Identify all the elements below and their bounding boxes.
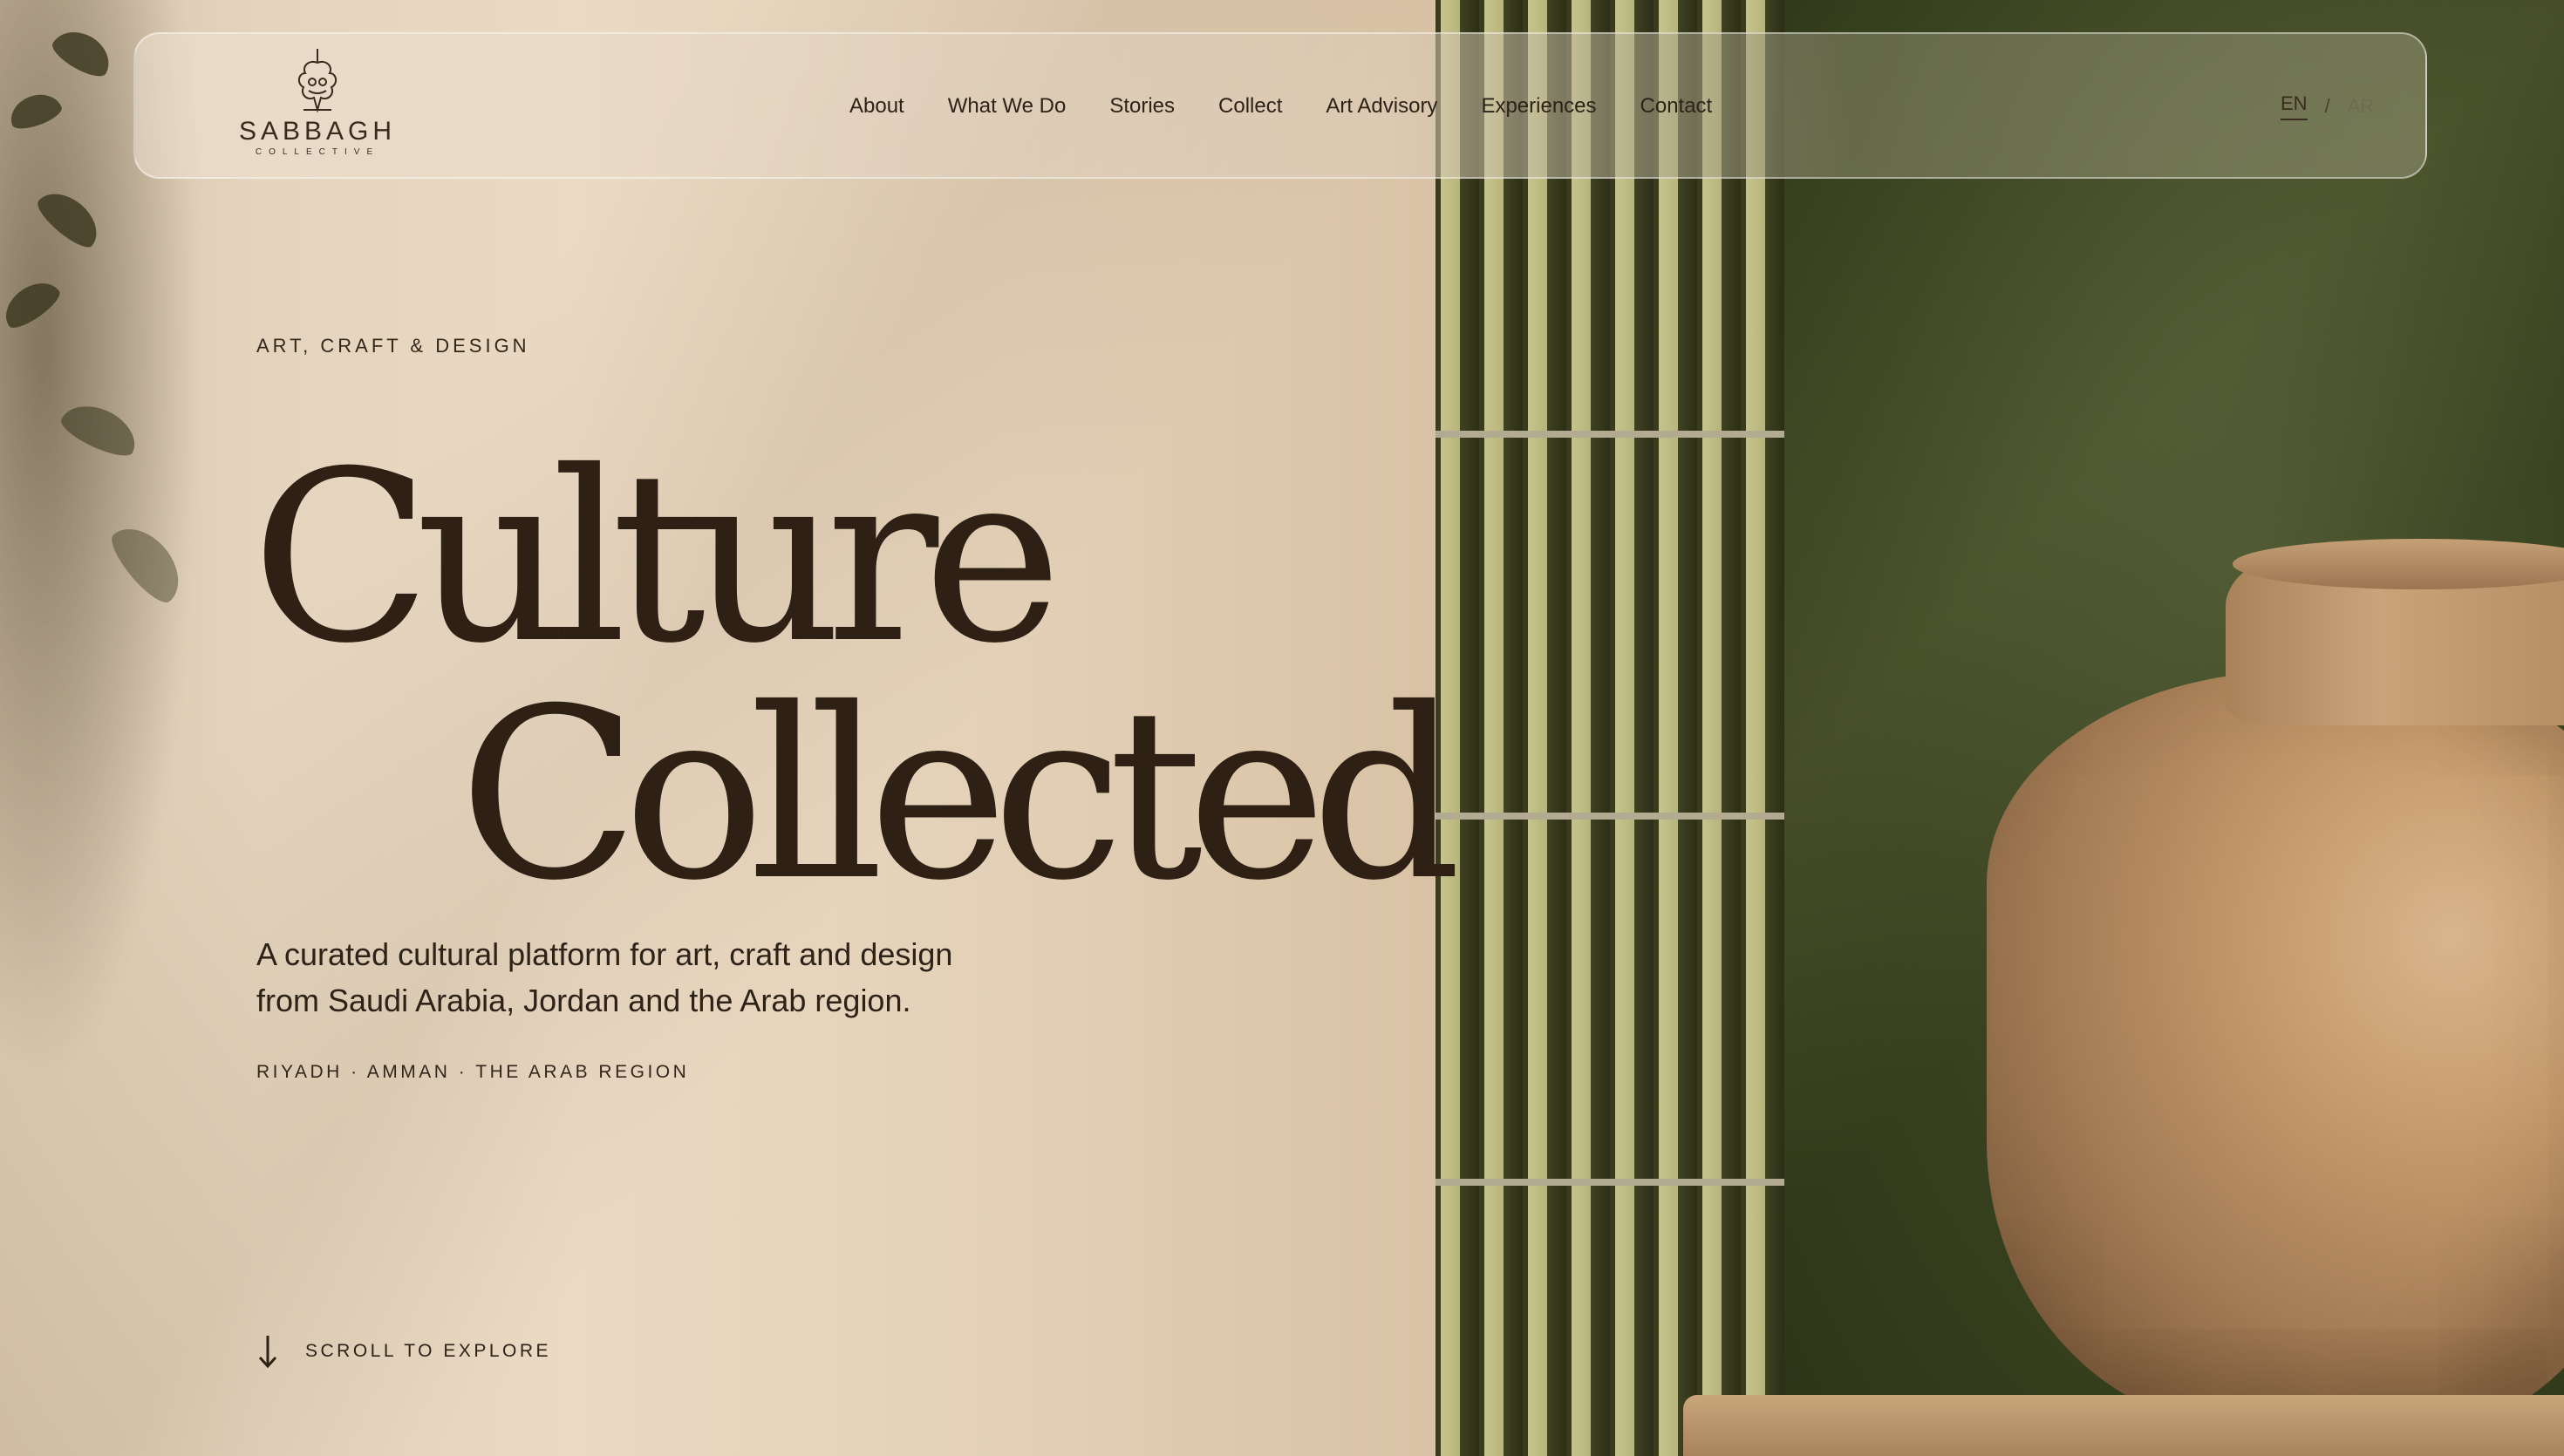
arrow-down-icon bbox=[258, 1336, 277, 1369]
brand-logo[interactable]: SABBAGH COLLECTIVE bbox=[234, 45, 401, 167]
leaf-shadow bbox=[0, 0, 227, 1203]
hero-title-line1: Culture bbox=[251, 420, 1062, 695]
nav-item-experiences[interactable]: Experiences bbox=[1481, 91, 1596, 122]
main-nav: About What We Do Stories Collect Art Adv… bbox=[849, 91, 1756, 122]
hero-locations: RIYADH · AMMAN · THE ARAB REGION bbox=[256, 1062, 690, 1082]
hero-tagline: A curated cultural platform for art, cra… bbox=[256, 931, 1006, 1024]
brand-name: SABBAGH bbox=[238, 117, 397, 146]
striped-tile-column bbox=[1435, 0, 1784, 1456]
language-en[interactable]: EN bbox=[2281, 92, 2308, 120]
nav-item-art-advisory[interactable]: Art Advisory bbox=[1326, 91, 1437, 122]
language-separator: / bbox=[2324, 95, 2330, 117]
nav-item-what-we-do[interactable]: What We Do bbox=[948, 91, 1067, 122]
nav-item-collect[interactable]: Collect bbox=[1218, 91, 1282, 122]
ornament-icon bbox=[298, 49, 337, 113]
brand-subtitle: COLLECTIVE bbox=[255, 147, 380, 157]
language-switcher: EN / AR bbox=[2281, 91, 2374, 122]
scroll-label: SCROLL TO EXPLORE bbox=[305, 1341, 552, 1361]
nav-item-about[interactable]: About bbox=[849, 91, 904, 122]
clay-vase bbox=[1987, 671, 2564, 1430]
hero-tagline-line2: from Saudi Arabia, Jordan and the Arab r… bbox=[256, 983, 911, 1018]
language-ar[interactable]: AR bbox=[2348, 95, 2375, 118]
stone-pedestal bbox=[1683, 1395, 2564, 1456]
hero-tagline-line1: A curated cultural platform for art, cra… bbox=[256, 936, 953, 972]
nav-item-stories[interactable]: Stories bbox=[1109, 91, 1175, 122]
hero-eyebrow: ART, CRAFT & DESIGN bbox=[256, 335, 530, 357]
scroll-to-explore[interactable]: SCROLL TO EXPLORE bbox=[256, 1334, 551, 1369]
nav-item-contact[interactable]: Contact bbox=[1640, 91, 1713, 122]
hero-title-line2: Collected bbox=[459, 657, 1462, 932]
